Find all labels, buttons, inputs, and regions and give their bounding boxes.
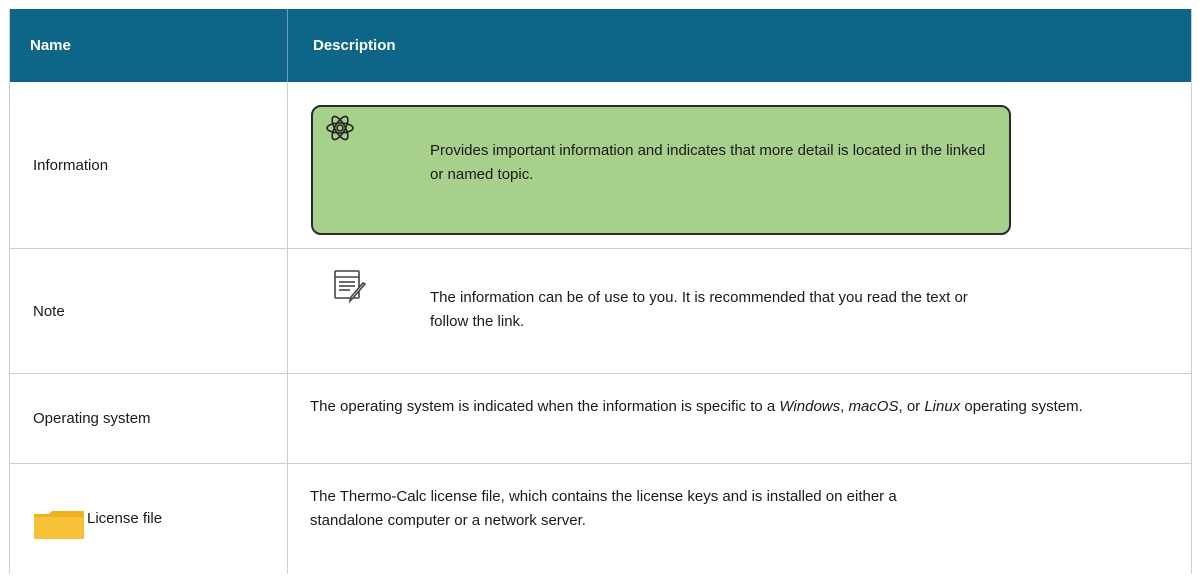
row-description: Provides important information and indic… [288,82,1191,248]
table-row: Information Provides important informati… [10,82,1191,249]
row-name: Information [10,82,288,248]
row-description: The operating system is indicated when t… [288,374,1191,463]
operating-system-text: The operating system is indicated when t… [310,398,1083,415]
row-description: The Thermo-Calc license file, which cont… [288,464,1191,574]
table-row: Note The information can be of use to yo… [10,249,1191,374]
note-icon [332,268,368,312]
os-windows: Windows [779,398,841,415]
information-text: Provides important information and indic… [430,142,986,183]
row-name-label: License file [87,510,163,527]
header-name: Name [30,37,71,54]
information-callout: Provides important information and indic… [311,105,1011,235]
row-description: The information can be of use to you. It… [288,249,1191,373]
note-text: The information can be of use to you. It… [430,289,968,330]
conventions-table: Name Description Information Provides im… [9,9,1192,574]
row-name: Operating system [10,374,288,463]
license-file-text: The Thermo-Calc license file, which cont… [310,488,897,529]
atom-icon [325,113,355,151]
folder-icon [33,510,85,544]
os-macos: macOS [848,398,899,415]
table-header: Name Description [10,9,1191,82]
row-name: License file [10,464,288,574]
table-row: License file The Thermo-Calc license fil… [10,464,1191,574]
table-row: Operating system The operating system is… [10,374,1191,464]
os-linux: Linux [924,398,961,415]
header-description: Description [313,37,396,54]
row-name: Note [10,249,288,373]
